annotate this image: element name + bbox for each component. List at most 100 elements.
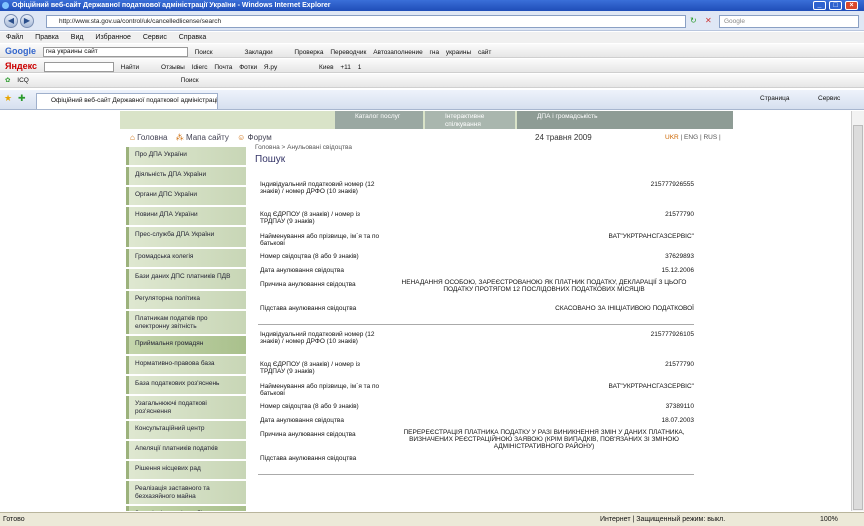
highlight-word-2[interactable]: украины [446,46,471,57]
forward-icon[interactable]: ▶ [20,14,34,28]
status-text: Готово [3,516,25,523]
google-search-button[interactable]: Поиск [195,46,213,57]
field-label: Найменування або прізвище, ім`я та по ба… [260,233,380,247]
page-title: Пошук [255,154,286,165]
field-label: Підстава анулювання свідоцтва [260,305,357,312]
field-value: 21577790 [665,361,694,368]
left-menu-item[interactable]: Рішення нісцевих рад [126,461,246,481]
left-menu-item[interactable]: Узагальнюючі податкові роз'яснення [126,396,246,421]
icq-toolbar: ✿ ICQ Поиск [0,74,864,88]
left-menu-item[interactable]: Закупівлі товарів, робіт та послуг за де… [126,506,246,511]
check-button[interactable]: Проверка [294,46,323,57]
field-label: Код ЄДРПОУ (8 знаків) / номер із ТРДПАУ … [260,361,361,375]
highlight-word-3[interactable]: сайт [478,46,491,57]
lang-ukr[interactable]: UKR [665,134,679,141]
left-menu-item[interactable]: Регуляторна політика [126,291,246,311]
close-button[interactable]: × [845,1,858,10]
reviews-button[interactable]: Отзывы [161,61,185,72]
scrollbar-thumb[interactable] [853,125,863,510]
left-menu-item[interactable]: Новини ДПА України [126,207,246,227]
add-favorite-icon[interactable]: ✚ [18,93,26,104]
left-menu-item[interactable]: Платникам податків про електронну звітні… [126,311,246,336]
minimize-button[interactable]: _ [813,1,826,10]
weather-temp: +11 [340,64,351,71]
window-title: Офіційний веб-сайт Державної податкової … [12,2,331,9]
scrollbar[interactable] [851,111,864,511]
field-value: 215777926105 [650,331,694,338]
field-value: 215777926555 [650,181,694,188]
field-value: 15.12.2006 [661,267,694,274]
field-value: ПЕРЕРЕЄСТРАЦІЯ ПЛАТНИКА ПОДАТКУ У РАЗІ В… [403,429,685,450]
refresh-icon[interactable]: ↻ [690,16,697,25]
left-menu-item[interactable]: База податкових роз'яснень [126,376,246,396]
nav-home[interactable]: Головна [137,133,167,142]
left-menu-item[interactable]: Органи ДПС України [126,187,246,207]
left-menu: Про ДПА України Діяльність ДПА України Орг… [126,147,248,511]
nav-sitemap[interactable]: Мапа сайту [186,133,229,142]
menu-bar: Файл Правка Вид Избранное Сервис Справка [0,32,864,43]
yandex-find-button[interactable]: Найти [121,61,140,72]
left-menu-item[interactable]: Апеляції платників податків [126,441,246,461]
sitemap-icon: ⁂ [175,133,184,142]
favorites-star-icon[interactable]: ★ [4,93,12,104]
translator-button[interactable]: Переводчик [330,46,366,57]
photos-button[interactable]: Фотки [239,61,257,72]
tab-public[interactable]: ДПА і громадськість [517,111,733,129]
icq-label[interactable]: ICQ [17,74,29,87]
tools-menu[interactable]: Сервис [818,95,840,102]
field-label: Дата анулювання свідоцтва [260,267,344,274]
mail-button[interactable]: Почта [214,61,232,72]
left-menu-item[interactable]: Про ДПА України [126,147,246,167]
weather-city[interactable]: Киев [319,61,334,72]
tab-interactive[interactable]: Інтерактивне спілкування [425,111,515,129]
left-menu-item[interactable]: Бази даних ДПС платників ПДВ [126,269,246,291]
nav-forum[interactable]: Форум [247,133,271,142]
search-input[interactable]: Google [719,15,859,28]
left-menu-item[interactable]: Прес-служба ДПА України [126,227,246,249]
maximize-button[interactable]: □ [829,1,842,10]
back-icon[interactable]: ◀ [4,14,18,28]
tab-catalog[interactable]: Каталог послуг [335,111,423,129]
autofill-button[interactable]: Автозаполнение [373,46,423,57]
google-logo: Google [5,46,36,56]
field-value: ВАТ"УКРТРАНСГАЗСЕРВІС" [608,233,695,240]
zoom-level[interactable]: 100% [820,513,838,526]
menu-help[interactable]: Справка [179,34,206,41]
google-search-field[interactable]: гна украины сайт [42,47,188,57]
left-menu-item[interactable]: Діяльність ДПА України [126,167,246,187]
field-value: 21577790 [665,211,694,218]
bookmarks-button[interactable]: Закладки [244,46,272,57]
field-value: 18.07.2003 [661,417,694,424]
left-menu-item[interactable]: Нормативно-правова база [126,356,246,376]
lang-eng[interactable]: ENG [684,134,698,141]
idierc-button[interactable]: Idierc [192,61,208,72]
yaru-button[interactable]: Я.ру [264,61,277,72]
browser-tab[interactable]: Офіційний веб-сайт Державної податкової … [36,93,218,109]
stop-icon[interactable]: ✕ [705,16,712,25]
field-label: Підстава анулювання свідоцтва [260,455,357,462]
zone-text: Интернет | Защищенный режим: выкл. [600,516,726,523]
address-bar[interactable]: http://www.sta.gov.ua/control/uk/cancell… [46,15,686,28]
menu-edit[interactable]: Правка [35,34,59,41]
yandex-logo: Яндекс [5,61,38,71]
field-label: Дата анулювання свідоцтва [260,417,344,424]
site-top-band: Каталог послуг Інтерактивне спілкування … [120,111,733,129]
menu-file[interactable]: Файл [6,34,23,41]
yandex-search-field[interactable] [43,62,114,72]
lang-rus[interactable]: RUS [703,134,717,141]
icq-search[interactable]: Поиск [181,74,199,87]
page-menu[interactable]: Страница [760,95,789,102]
site-nav: ⌂ Головна ⁂ Мапа сайту ☺ Форум [130,131,730,145]
left-menu-item[interactable]: Приймальня громадян [126,336,246,356]
left-menu-item[interactable]: Консультаційний центр [126,421,246,441]
menu-view[interactable]: Вид [71,34,84,41]
field-value: 37389110 [665,403,694,410]
menu-favorites[interactable]: Избранное [95,34,130,41]
left-menu-item[interactable]: Реалізація заставного та безхазяйного ма… [126,481,246,506]
highlight-word-1[interactable]: гна [430,46,440,57]
traffic-level: 1 [357,64,362,71]
left-menu-item[interactable]: Громадська колегія [126,249,246,269]
language-switcher: UKR | ENG | RUS | [665,134,721,141]
menu-tools[interactable]: Сервис [143,34,167,41]
record-separator [258,474,694,475]
